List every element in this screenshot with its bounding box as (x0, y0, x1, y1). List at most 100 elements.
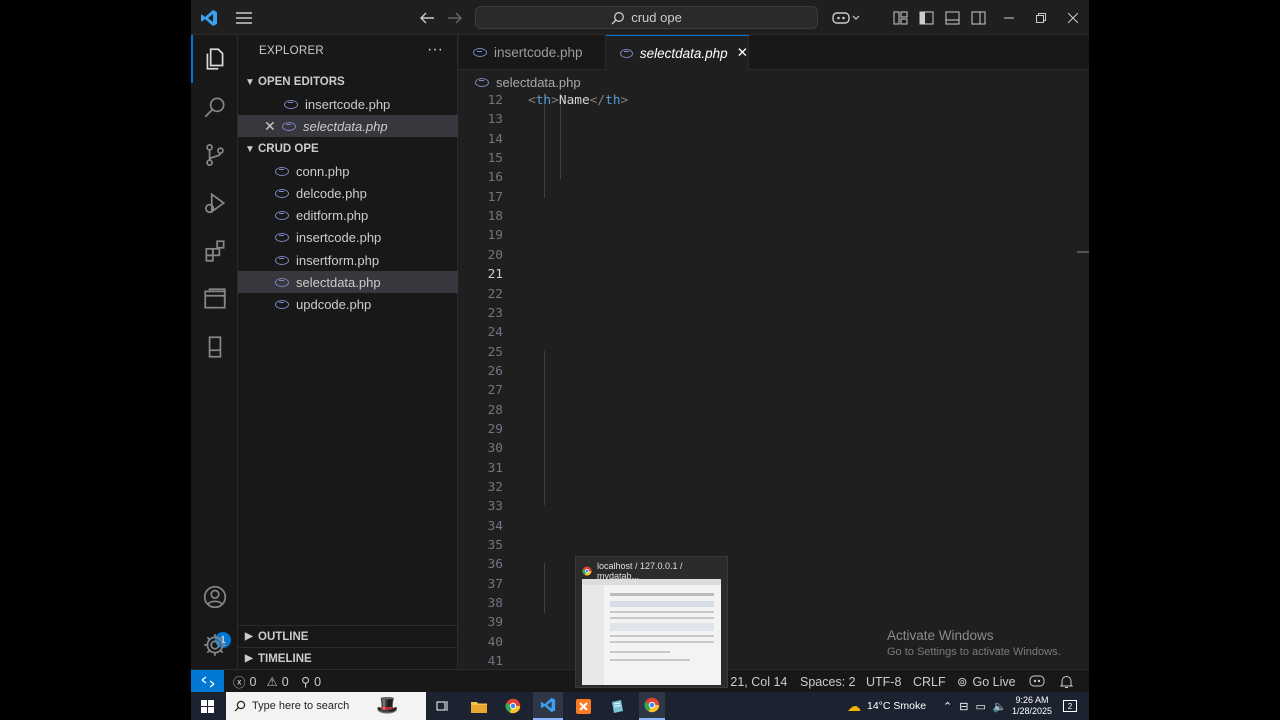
back-arrow-icon[interactable] (415, 0, 439, 35)
chevron-right-icon: ▶ (245, 631, 253, 642)
search-view-icon[interactable] (191, 83, 238, 131)
ports-count: 0 (314, 674, 322, 689)
close-tab-icon[interactable]: ✕ (737, 45, 748, 61)
toggle-secondary-sidebar-icon[interactable] (967, 0, 989, 35)
bell-icon[interactable] (1060, 670, 1073, 692)
menu-icon[interactable] (231, 0, 257, 35)
line-number: 30 (487, 441, 503, 457)
line-number: 16 (487, 170, 503, 186)
chevron-down-icon: ▼ (245, 143, 255, 155)
end-of-line[interactable]: CRLF (913, 670, 946, 692)
windows-start-icon[interactable] (195, 692, 219, 720)
line-number: 35 (487, 538, 503, 554)
vscode-taskbar-icon[interactable] (533, 692, 563, 720)
notifications-icon[interactable]: 2 (1059, 692, 1081, 720)
chevron-right-icon: ▶ (245, 653, 253, 664)
forward-arrow-icon[interactable] (443, 0, 467, 35)
system-tray[interactable]: ⌃ ⊟ ▭ 🔈 (943, 692, 1007, 720)
file-item[interactable]: updcode.php (238, 293, 458, 315)
weather-widget[interactable]: ☁ 14°C Smoke (847, 692, 926, 720)
php-file-icon (275, 255, 289, 265)
php-file-icon (475, 77, 489, 87)
file-item[interactable]: insertform.php (238, 249, 458, 271)
search-icon (234, 700, 246, 712)
broadcast-icon: ⊚ (957, 675, 968, 689)
tab-insertcode[interactable]: insertcode.php (459, 35, 606, 70)
close-window-icon[interactable] (1061, 0, 1085, 35)
extensions-icon[interactable] (191, 227, 238, 275)
line-number: 25 (487, 344, 503, 360)
remote-indicator-icon[interactable] (191, 670, 224, 692)
device-icon[interactable] (191, 323, 238, 371)
accounts-icon[interactable] (191, 573, 238, 621)
file-explorer-icon[interactable] (467, 692, 491, 720)
code-editor[interactable]: <th>Name</th> 12 13 14 15 16 17 18 19 20 21 22 23 24… (459, 93, 1089, 669)
tab-selectdata[interactable]: selectdata.php ✕ (606, 35, 749, 70)
task-view-icon[interactable] (431, 692, 455, 720)
copilot-icon[interactable] (829, 0, 863, 35)
notes-app-icon[interactable] (605, 692, 629, 720)
chrome-active-icon[interactable] (639, 692, 665, 720)
folder-header[interactable]: ▼ CRUD OPE (238, 138, 458, 160)
breadcrumb-file: selectdata.php (496, 74, 581, 90)
open-editor-item[interactable]: insertcode.php (238, 93, 458, 115)
encoding[interactable]: UTF-8 (866, 670, 901, 692)
chrome-taskbar-icon[interactable] (501, 692, 525, 720)
timeline-header[interactable]: ▶ TIMELINE (238, 647, 458, 669)
restore-icon[interactable] (1029, 0, 1053, 35)
toggle-panel-icon[interactable] (941, 0, 963, 35)
open-editors-header[interactable]: ▼ OPEN EDITORS (238, 71, 458, 93)
line-number: 22 (487, 286, 503, 302)
indentation[interactable]: Spaces: 2 (800, 670, 856, 692)
file-item[interactable]: insertcode.php (238, 226, 458, 248)
php-file-icon (284, 99, 298, 109)
copilot-status-icon[interactable] (1029, 670, 1045, 692)
settings-gear-icon[interactable] (191, 621, 238, 669)
php-file-icon (275, 299, 289, 309)
file-item[interactable]: delcode.php (238, 182, 458, 204)
search-text: crud ope (631, 10, 682, 25)
go-live-button[interactable]: ⊚ Go Live (957, 670, 1016, 692)
file-item[interactable]: editform.php (238, 204, 458, 226)
remote-explorer-icon[interactable] (191, 275, 238, 323)
line-number: 23 (487, 305, 503, 321)
taskbar-search-box[interactable]: Type here to search 🎩 (226, 692, 426, 720)
clock[interactable]: 9:26 AM 1/28/2025 (1009, 692, 1055, 720)
customize-layout-icon[interactable] (889, 0, 911, 35)
php-file-icon (275, 166, 289, 176)
file-label: updcode.php (296, 296, 372, 312)
weather-text: 14°C Smoke (867, 700, 927, 712)
command-center-search[interactable]: crud ope (475, 6, 818, 29)
line-number: 21 (487, 267, 503, 283)
problems-indicator[interactable]: ⓧ 0 ⚠ 0 (233, 670, 289, 692)
scrollbar-thumb[interactable] (1077, 251, 1089, 253)
xampp-taskbar-icon[interactable] (571, 692, 595, 720)
tab-label: selectdata.php (639, 45, 728, 61)
source-control-icon[interactable] (191, 131, 238, 179)
ports-indicator[interactable]: ⚲ 0 (301, 670, 321, 692)
file-label: insertcode.php (296, 229, 382, 245)
taskbar-search-placeholder: Type here to search (252, 700, 350, 712)
more-actions-icon[interactable]: ··· (427, 41, 443, 59)
close-editor-icon[interactable]: ✕ (264, 118, 282, 135)
breadcrumb[interactable]: selectdata.php (459, 70, 1089, 94)
title-bar: crud ope (191, 0, 1089, 35)
minimize-icon[interactable] (997, 0, 1021, 35)
line-number: 41 (487, 654, 503, 669)
open-editor-item[interactable]: ✕ selectdata.php (238, 115, 458, 137)
run-debug-icon[interactable] (191, 179, 238, 227)
toggle-primary-sidebar-icon[interactable] (915, 0, 937, 35)
file-item[interactable]: selectdata.php (238, 271, 458, 293)
weather-icon: ☁ (847, 697, 861, 714)
go-live-label: Go Live (972, 674, 1016, 689)
file-label: editform.php (296, 207, 369, 223)
windows-taskbar: Type here to search 🎩 ☁ 14°C Smoke ⌃ ⊟ ▭… (191, 692, 1089, 720)
line-number: 31 (487, 460, 503, 476)
file-item[interactable]: conn.php (238, 160, 458, 182)
line-number: 40 (487, 634, 503, 650)
browser-preview-popup[interactable]: localhost / 127.0.0.1 / mydatab... (575, 556, 728, 688)
explorer-icon[interactable] (191, 35, 238, 83)
volume-icon: 🔈 (992, 700, 1007, 713)
outline-header[interactable]: ▶ OUTLINE (238, 625, 458, 647)
line-number: 13 (487, 112, 503, 128)
